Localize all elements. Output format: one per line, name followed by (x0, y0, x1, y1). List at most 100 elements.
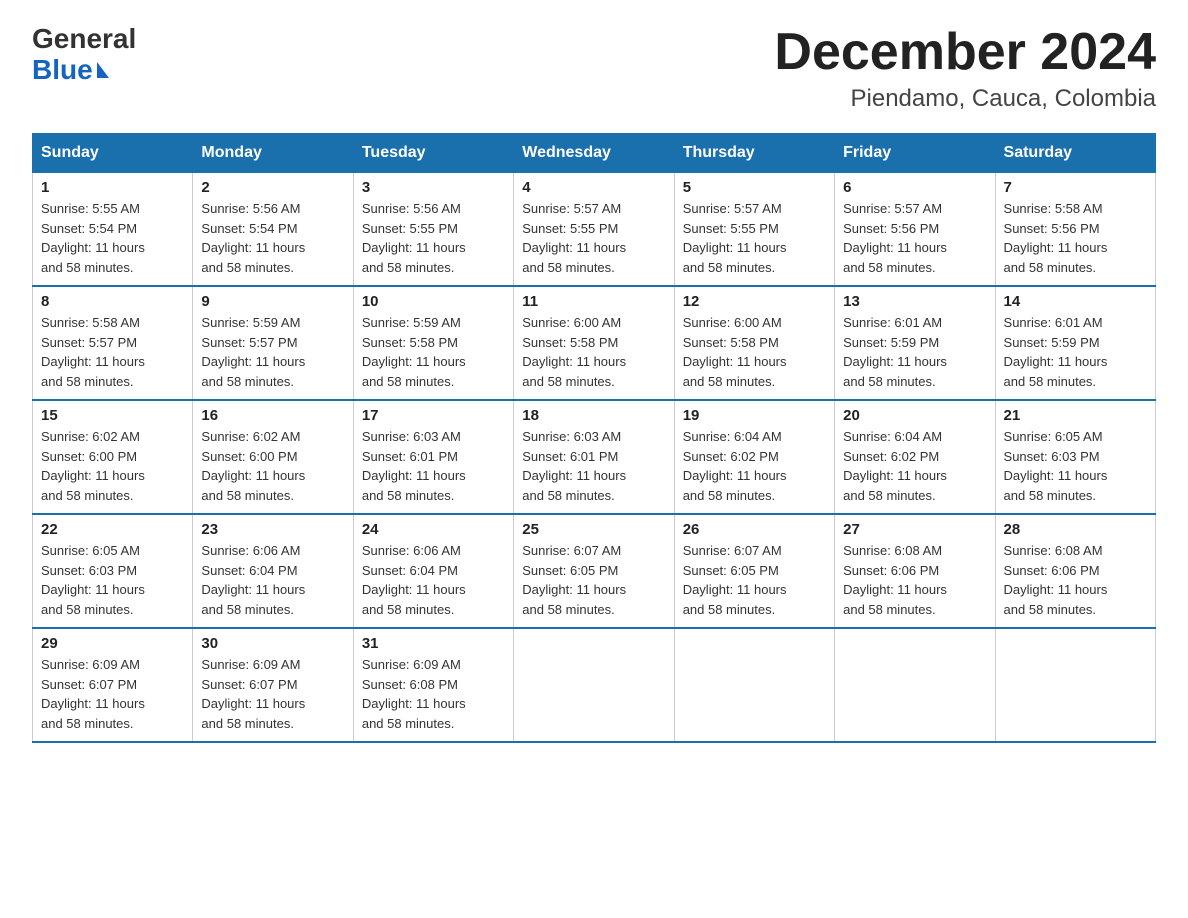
title-area: December 2024 Piendamo, Cauca, Colombia (774, 24, 1156, 113)
calendar-cell: 18 Sunrise: 6:03 AM Sunset: 6:01 PM Dayl… (514, 400, 674, 514)
day-info: Sunrise: 6:02 AM Sunset: 6:00 PM Dayligh… (201, 427, 344, 505)
calendar-cell: 15 Sunrise: 6:02 AM Sunset: 6:00 PM Dayl… (33, 400, 193, 514)
calendar-cell: 24 Sunrise: 6:06 AM Sunset: 6:04 PM Dayl… (353, 514, 513, 628)
day-info: Sunrise: 6:09 AM Sunset: 6:07 PM Dayligh… (201, 655, 344, 733)
calendar-cell: 20 Sunrise: 6:04 AM Sunset: 6:02 PM Dayl… (835, 400, 995, 514)
calendar-cell: 7 Sunrise: 5:58 AM Sunset: 5:56 PM Dayli… (995, 173, 1155, 287)
day-info: Sunrise: 5:56 AM Sunset: 5:55 PM Dayligh… (362, 199, 505, 277)
header-row: SundayMondayTuesdayWednesdayThursdayFrid… (33, 134, 1156, 173)
day-info: Sunrise: 6:06 AM Sunset: 6:04 PM Dayligh… (362, 541, 505, 619)
day-number: 4 (522, 179, 665, 196)
calendar-week-5: 29 Sunrise: 6:09 AM Sunset: 6:07 PM Dayl… (33, 628, 1156, 742)
header-cell-thursday: Thursday (674, 134, 834, 173)
calendar-cell: 1 Sunrise: 5:55 AM Sunset: 5:54 PM Dayli… (33, 173, 193, 287)
day-info: Sunrise: 6:03 AM Sunset: 6:01 PM Dayligh… (362, 427, 505, 505)
day-info: Sunrise: 5:55 AM Sunset: 5:54 PM Dayligh… (41, 199, 184, 277)
calendar-cell (674, 628, 834, 742)
day-info: Sunrise: 6:07 AM Sunset: 6:05 PM Dayligh… (522, 541, 665, 619)
day-number: 27 (843, 521, 986, 538)
day-number: 23 (201, 521, 344, 538)
calendar-week-4: 22 Sunrise: 6:05 AM Sunset: 6:03 PM Dayl… (33, 514, 1156, 628)
day-number: 11 (522, 293, 665, 310)
day-info: Sunrise: 6:08 AM Sunset: 6:06 PM Dayligh… (1004, 541, 1147, 619)
location-subtitle: Piendamo, Cauca, Colombia (774, 85, 1156, 113)
day-info: Sunrise: 6:07 AM Sunset: 6:05 PM Dayligh… (683, 541, 826, 619)
day-info: Sunrise: 5:57 AM Sunset: 5:55 PM Dayligh… (683, 199, 826, 277)
day-info: Sunrise: 6:01 AM Sunset: 5:59 PM Dayligh… (1004, 313, 1147, 391)
calendar-cell: 5 Sunrise: 5:57 AM Sunset: 5:55 PM Dayli… (674, 173, 834, 287)
calendar-cell: 13 Sunrise: 6:01 AM Sunset: 5:59 PM Dayl… (835, 286, 995, 400)
calendar-cell (995, 628, 1155, 742)
day-info: Sunrise: 6:01 AM Sunset: 5:59 PM Dayligh… (843, 313, 986, 391)
calendar-cell: 23 Sunrise: 6:06 AM Sunset: 6:04 PM Dayl… (193, 514, 353, 628)
day-number: 21 (1004, 407, 1147, 424)
day-info: Sunrise: 6:09 AM Sunset: 6:08 PM Dayligh… (362, 655, 505, 733)
calendar-cell: 31 Sunrise: 6:09 AM Sunset: 6:08 PM Dayl… (353, 628, 513, 742)
calendar-cell: 25 Sunrise: 6:07 AM Sunset: 6:05 PM Dayl… (514, 514, 674, 628)
calendar-cell: 28 Sunrise: 6:08 AM Sunset: 6:06 PM Dayl… (995, 514, 1155, 628)
calendar-table: SundayMondayTuesdayWednesdayThursdayFrid… (32, 133, 1156, 743)
calendar-cell: 27 Sunrise: 6:08 AM Sunset: 6:06 PM Dayl… (835, 514, 995, 628)
day-number: 7 (1004, 179, 1147, 196)
month-year-title: December 2024 (774, 24, 1156, 81)
day-number: 31 (362, 635, 505, 652)
day-number: 26 (683, 521, 826, 538)
day-number: 12 (683, 293, 826, 310)
day-info: Sunrise: 6:04 AM Sunset: 6:02 PM Dayligh… (843, 427, 986, 505)
logo-triangle-icon (97, 62, 109, 78)
calendar-week-1: 1 Sunrise: 5:55 AM Sunset: 5:54 PM Dayli… (33, 173, 1156, 287)
day-number: 6 (843, 179, 986, 196)
day-number: 15 (41, 407, 184, 424)
calendar-cell (835, 628, 995, 742)
day-info: Sunrise: 5:57 AM Sunset: 5:55 PM Dayligh… (522, 199, 665, 277)
day-info: Sunrise: 6:00 AM Sunset: 5:58 PM Dayligh… (683, 313, 826, 391)
header-cell-saturday: Saturday (995, 134, 1155, 173)
calendar-cell: 26 Sunrise: 6:07 AM Sunset: 6:05 PM Dayl… (674, 514, 834, 628)
calendar-cell: 2 Sunrise: 5:56 AM Sunset: 5:54 PM Dayli… (193, 173, 353, 287)
calendar-header: SundayMondayTuesdayWednesdayThursdayFrid… (33, 134, 1156, 173)
day-info: Sunrise: 5:58 AM Sunset: 5:56 PM Dayligh… (1004, 199, 1147, 277)
day-info: Sunrise: 6:05 AM Sunset: 6:03 PM Dayligh… (1004, 427, 1147, 505)
day-info: Sunrise: 6:02 AM Sunset: 6:00 PM Dayligh… (41, 427, 184, 505)
calendar-cell: 22 Sunrise: 6:05 AM Sunset: 6:03 PM Dayl… (33, 514, 193, 628)
day-number: 20 (843, 407, 986, 424)
header-cell-tuesday: Tuesday (353, 134, 513, 173)
day-number: 9 (201, 293, 344, 310)
day-number: 5 (683, 179, 826, 196)
day-number: 10 (362, 293, 505, 310)
logo-general-text: General (32, 24, 136, 55)
calendar-cell: 6 Sunrise: 5:57 AM Sunset: 5:56 PM Dayli… (835, 173, 995, 287)
day-number: 19 (683, 407, 826, 424)
day-number: 18 (522, 407, 665, 424)
calendar-body: 1 Sunrise: 5:55 AM Sunset: 5:54 PM Dayli… (33, 173, 1156, 743)
day-number: 22 (41, 521, 184, 538)
day-number: 28 (1004, 521, 1147, 538)
calendar-cell: 17 Sunrise: 6:03 AM Sunset: 6:01 PM Dayl… (353, 400, 513, 514)
day-number: 8 (41, 293, 184, 310)
calendar-cell: 29 Sunrise: 6:09 AM Sunset: 6:07 PM Dayl… (33, 628, 193, 742)
calendar-cell: 11 Sunrise: 6:00 AM Sunset: 5:58 PM Dayl… (514, 286, 674, 400)
calendar-cell: 19 Sunrise: 6:04 AM Sunset: 6:02 PM Dayl… (674, 400, 834, 514)
calendar-cell: 3 Sunrise: 5:56 AM Sunset: 5:55 PM Dayli… (353, 173, 513, 287)
day-number: 30 (201, 635, 344, 652)
calendar-cell: 9 Sunrise: 5:59 AM Sunset: 5:57 PM Dayli… (193, 286, 353, 400)
calendar-cell: 21 Sunrise: 6:05 AM Sunset: 6:03 PM Dayl… (995, 400, 1155, 514)
calendar-cell: 4 Sunrise: 5:57 AM Sunset: 5:55 PM Dayli… (514, 173, 674, 287)
day-number: 1 (41, 179, 184, 196)
day-info: Sunrise: 6:09 AM Sunset: 6:07 PM Dayligh… (41, 655, 184, 733)
header-cell-sunday: Sunday (33, 134, 193, 173)
day-number: 24 (362, 521, 505, 538)
day-number: 3 (362, 179, 505, 196)
day-number: 17 (362, 407, 505, 424)
header-cell-monday: Monday (193, 134, 353, 173)
page-header: General Blue December 2024 Piendamo, Cau… (32, 24, 1156, 113)
calendar-week-3: 15 Sunrise: 6:02 AM Sunset: 6:00 PM Dayl… (33, 400, 1156, 514)
day-number: 25 (522, 521, 665, 538)
day-info: Sunrise: 6:03 AM Sunset: 6:01 PM Dayligh… (522, 427, 665, 505)
calendar-cell: 8 Sunrise: 5:58 AM Sunset: 5:57 PM Dayli… (33, 286, 193, 400)
day-info: Sunrise: 6:08 AM Sunset: 6:06 PM Dayligh… (843, 541, 986, 619)
calendar-cell: 16 Sunrise: 6:02 AM Sunset: 6:00 PM Dayl… (193, 400, 353, 514)
day-info: Sunrise: 5:59 AM Sunset: 5:57 PM Dayligh… (201, 313, 344, 391)
day-number: 14 (1004, 293, 1147, 310)
calendar-week-2: 8 Sunrise: 5:58 AM Sunset: 5:57 PM Dayli… (33, 286, 1156, 400)
